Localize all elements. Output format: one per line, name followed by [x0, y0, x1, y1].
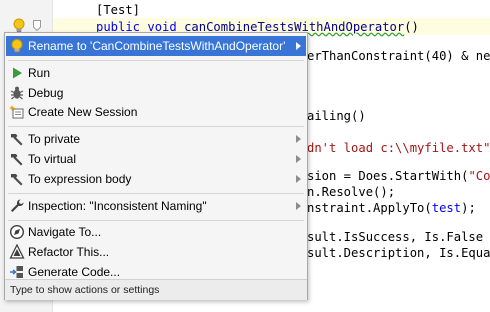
code-line: ailing() [307, 109, 366, 123]
code-line: sult.IsSuccess, Is.False ); [307, 230, 490, 244]
submenu-arrow-icon [296, 42, 301, 50]
lightbulb-icon [11, 39, 23, 53]
menu-item-run[interactable]: Run [6, 63, 306, 83]
menu-item-refactor-this[interactable]: Refactor This... [6, 242, 306, 262]
submenu-arrow-icon [296, 155, 301, 163]
menu-item-label: Refactor This... [28, 245, 110, 259]
run-icon [13, 67, 22, 79]
menu-separator [8, 220, 304, 221]
code-line-attribute: [Test] [96, 3, 141, 17]
menu-item-rename[interactable]: Rename to 'CanCombineTestsWithAndOperato… [6, 36, 306, 56]
submenu-arrow-icon [296, 175, 301, 183]
menu-item-label: Run [28, 66, 51, 80]
navigate-icon [9, 224, 25, 240]
generate-icon [10, 266, 23, 278]
menu-item-label: Rename to 'CanCombineTestsWithAndOperato… [28, 39, 286, 53]
popup-status-bar: Type to show actions or settings [5, 279, 307, 300]
menu-separator [8, 126, 304, 127]
menu-item-label: To private [28, 132, 81, 146]
code-line: dn't load c:\\myfile.txt"; [307, 141, 490, 155]
refactor-icon [9, 244, 25, 259]
menu-item-inspection[interactable]: Inspection: "Inconsistent Naming" [6, 196, 306, 216]
menu-item-label: Create New Session [28, 105, 138, 119]
hammer-icon [11, 154, 23, 166]
hammer-icon [11, 174, 23, 186]
quick-actions-popup: Rename to 'CanCombineTestsWithAndOperato… [4, 32, 308, 300]
menu-item-debug[interactable]: Debug [6, 83, 306, 103]
status-hint: Type to show actions or settings [10, 284, 160, 296]
menu-separator [8, 60, 304, 61]
menu-item-label: To virtual [28, 152, 77, 166]
menu-item-label: Navigate To... [28, 225, 102, 239]
debug-icon [10, 86, 24, 100]
menu-item-to-private[interactable]: To private [6, 129, 306, 149]
menu-item-label: To expression body [28, 172, 132, 186]
code-line: nstraint.ApplyTo(test); [307, 201, 476, 215]
code-line: sion = Does.StartWith("Coul [307, 169, 490, 183]
menu-item-to-expression-body[interactable]: To expression body [6, 169, 306, 189]
menu-item-to-virtual[interactable]: To virtual [6, 149, 306, 169]
code-line: erThanConstraint(40) & new [307, 49, 490, 63]
menu-item-navigate-to[interactable]: Navigate To... [6, 222, 306, 242]
fold-marker-icon[interactable] [33, 20, 41, 31]
hammer-icon [11, 134, 23, 146]
menu-item-label: Inspection: "Inconsistent Naming" [28, 199, 207, 213]
code-line: n.Resolve(); [307, 185, 396, 199]
submenu-arrow-icon [296, 202, 301, 210]
wrench-icon [11, 199, 24, 212]
menu-separator [8, 193, 304, 194]
menu-item-create-new-session[interactable]: Create New Session [6, 102, 306, 122]
menu-item-label: Debug [28, 86, 64, 100]
submenu-arrow-icon [296, 135, 301, 143]
menu-item-label: Generate Code... [28, 265, 121, 279]
code-line: sult.Description, Is.EqualT [307, 246, 490, 260]
new-session-icon [9, 105, 24, 119]
